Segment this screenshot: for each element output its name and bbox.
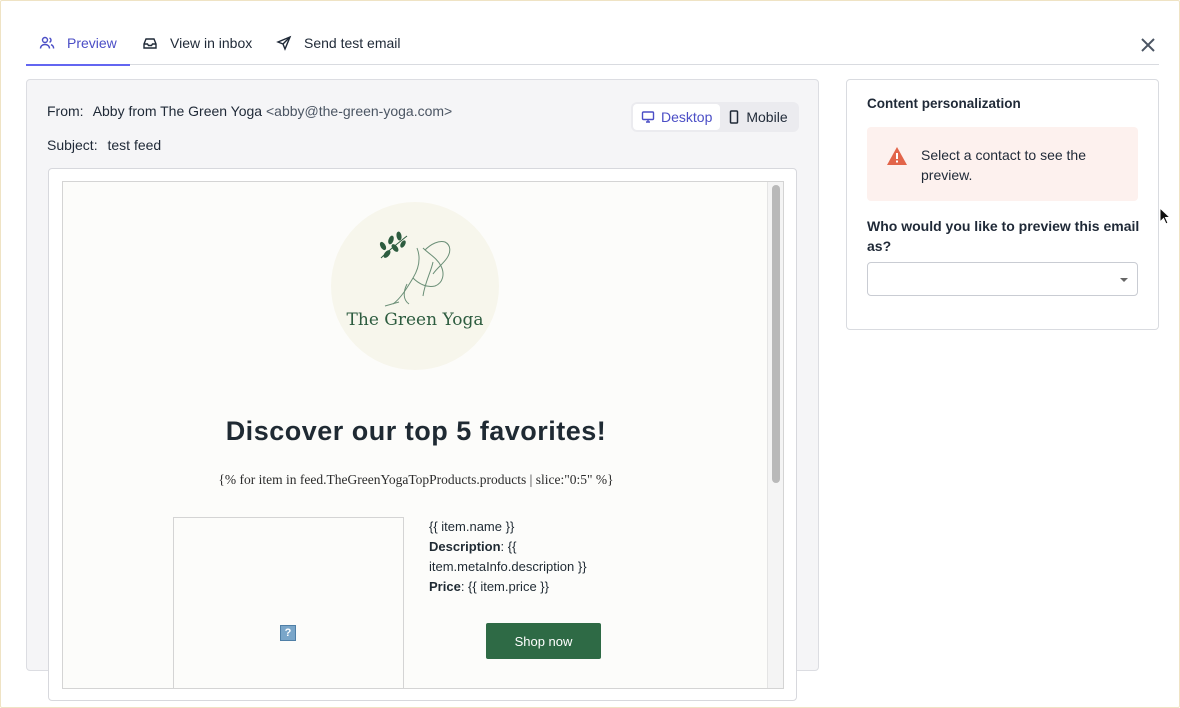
alert-message: Select a contact to see the preview. (921, 147, 1086, 183)
email-render-frame: The Green Yoga Discover our top 5 favori… (48, 168, 797, 701)
shop-now-button[interactable]: Shop now (486, 623, 601, 659)
select-contact-alert: Select a contact to see the preview. (867, 127, 1138, 201)
mobile-icon (730, 110, 739, 124)
mobile-label: Mobile (746, 109, 788, 125)
desktop-icon (641, 111, 655, 123)
tab-send-test-email[interactable]: Send test email (276, 21, 401, 65)
tab-view-in-inbox[interactable]: View in inbox (142, 21, 252, 65)
product-image: ? (173, 517, 404, 688)
users-icon (39, 35, 55, 51)
email-headline: Discover our top 5 favorites! (225, 416, 607, 446)
product-description: Description: {{ item.metaInfo.descriptio… (429, 537, 629, 577)
product-details: {{ item.name }} Description: {{ item.met… (429, 517, 629, 597)
price-label: Price (429, 579, 461, 594)
from-line: From: Abby from The Green Yoga <abby@the… (47, 103, 452, 119)
subject-line: Subject: test feed (47, 137, 161, 153)
from-name: Abby from The Green Yoga (92, 103, 263, 119)
warning-icon (886, 146, 908, 171)
inbox-icon (142, 35, 158, 51)
tab-label: Send test email (304, 35, 401, 51)
close-button[interactable] (1138, 35, 1158, 55)
template-loop-tag: {% for item in feed.TheGreenYogaTopProdu… (218, 472, 614, 487)
logo-text: The Green Yoga (346, 310, 484, 330)
tab-bar: Preview View in inbox Send test email (26, 21, 1159, 66)
personalization-title: Content personalization (867, 96, 1021, 111)
subject-value: test feed (107, 137, 162, 153)
from-email: <abby@the-green-yoga.com> (266, 103, 453, 119)
email-scrollbar[interactable] (767, 182, 783, 688)
desktop-label: Desktop (661, 109, 713, 125)
tab-preview[interactable]: Preview (26, 21, 130, 66)
contact-select[interactable] (867, 262, 1138, 296)
from-label: From: (47, 103, 84, 119)
subject-label: Subject: (47, 137, 98, 153)
scrollbar-thumb[interactable] (772, 185, 780, 483)
product-price: Price: {{ item.price }} (429, 577, 629, 597)
yoga-logo-icon (379, 231, 451, 307)
email-body[interactable]: The Green Yoga Discover our top 5 favori… (62, 181, 784, 689)
close-icon (1141, 38, 1155, 52)
send-icon (276, 35, 292, 51)
product-name: {{ item.name }} (429, 519, 515, 534)
preview-as-label: Who would you like to preview this email… (867, 218, 1140, 254)
chevron-down-icon (1120, 278, 1128, 282)
description-label: Description (429, 539, 501, 554)
mobile-button[interactable]: Mobile (720, 104, 795, 130)
tab-label: View in inbox (170, 35, 253, 51)
desktop-button[interactable]: Desktop (633, 104, 721, 130)
preview-modal: Preview View in inbox Send test email Fr… (0, 0, 1180, 708)
mouse-pointer-icon (1159, 207, 1171, 225)
broken-image-icon: ? (280, 625, 296, 641)
device-toggle: Desktop Mobile (631, 102, 799, 132)
tab-label: Preview (67, 35, 117, 51)
personalization-panel: Content personalization Select a contact… (846, 79, 1159, 330)
price-value: : {{ item.price }} (460, 579, 549, 594)
